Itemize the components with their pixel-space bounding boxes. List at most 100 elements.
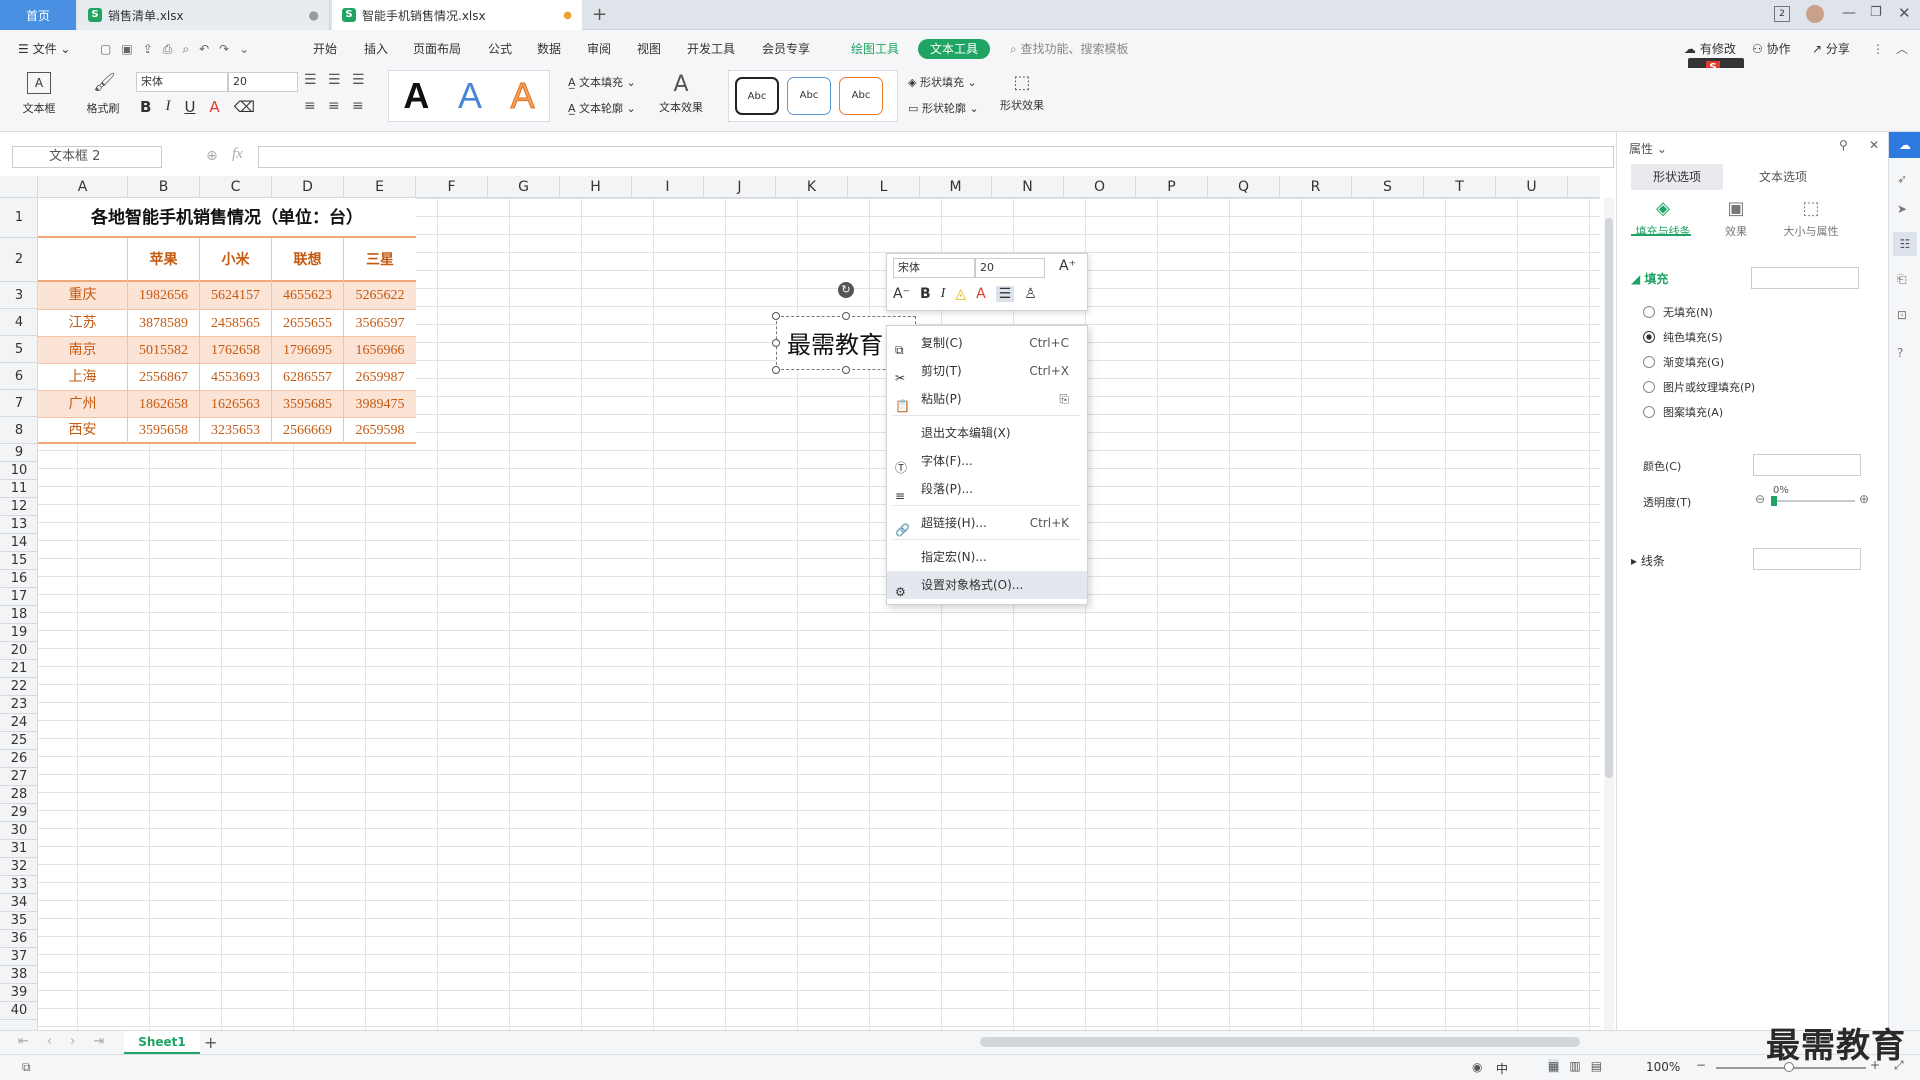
resize-handle[interactable] [842, 366, 850, 374]
col-header[interactable]: L [848, 176, 920, 198]
value-cell[interactable]: 1982656 [128, 282, 200, 309]
wordart-black[interactable]: A [403, 75, 429, 117]
fill-section-toggle[interactable]: ◢ 填充 [1631, 270, 1668, 287]
resize-handle[interactable] [842, 312, 850, 320]
customize-icon[interactable]: ⌄ [239, 42, 249, 56]
value-cell[interactable]: 1862658 [128, 391, 200, 418]
menu-item-paste[interactable]: 📋 粘贴(P) ⎘ [887, 385, 1087, 413]
tab-close-icon[interactable]: ● [309, 8, 319, 22]
value-cell[interactable]: 1762658 [200, 337, 272, 364]
tab-shape-options[interactable]: 形状选项 [1631, 164, 1723, 190]
value-cell[interactable]: 3235653 [200, 418, 272, 443]
italic-icon[interactable]: I [165, 98, 170, 116]
menu-data[interactable]: 数据 [537, 30, 561, 68]
help-icon[interactable]: ? [1897, 346, 1903, 360]
window-count-icon[interactable]: 2 [1774, 6, 1790, 22]
input-lang[interactable]: 中 [1496, 1060, 1508, 1077]
export-icon[interactable]: ⇪ [143, 42, 153, 56]
page-layout-view-icon[interactable]: ▥ [1569, 1059, 1580, 1073]
value-cell[interactable]: 3878589 [128, 310, 200, 337]
shape-fill-button[interactable]: ◈ 形状填充 ⌄ [908, 74, 977, 90]
fill-option-pattern[interactable]: 图案填充(A) [1643, 404, 1723, 420]
tab-home[interactable]: 首页 [0, 0, 76, 30]
more-icon[interactable]: ⋮ [1872, 30, 1884, 68]
text-effect-button[interactable]: A 文本效果 [654, 72, 708, 115]
row-header[interactable]: 24 [0, 714, 38, 732]
mini-font-select[interactable]: 宋体 [893, 258, 975, 278]
shape-effect-button[interactable]: ⬚ 形状效果 [992, 72, 1052, 113]
row-header[interactable]: 40 [0, 1002, 38, 1020]
formula-input[interactable] [258, 146, 1614, 168]
align-bottom-icon[interactable]: ☰ [352, 72, 376, 88]
header-cell[interactable]: 联想 [272, 238, 344, 282]
value-cell[interactable]: 5015582 [128, 337, 200, 364]
name-box[interactable]: 文本框 2 [12, 146, 162, 168]
fill-preset-select[interactable] [1751, 267, 1859, 289]
mini-font-color-icon[interactable]: A [976, 286, 986, 302]
row-header[interactable]: 37 [0, 948, 38, 966]
menu-home[interactable]: 开始 [313, 30, 337, 68]
menu-item-hyperlink[interactable]: 🔗 超链接(H)... Ctrl+K [887, 509, 1087, 537]
highlight-icon[interactable]: ◬ [955, 286, 966, 302]
menu-item-cut[interactable]: ✂ 剪切(T) Ctrl+X [887, 357, 1087, 385]
share-button[interactable]: ↗ 分享 [1812, 30, 1850, 68]
menu-insert[interactable]: 插入 [364, 30, 388, 68]
properties-icon[interactable]: ☷ [1893, 232, 1917, 256]
row-header[interactable]: 16 [0, 570, 38, 588]
row-header[interactable]: 32 [0, 858, 38, 876]
row-header[interactable]: 19 [0, 624, 38, 642]
resize-handle[interactable] [772, 339, 780, 347]
color-select[interactable] [1753, 454, 1861, 476]
transparency-slider-thumb[interactable] [1771, 496, 1777, 506]
vertical-scroll-thumb[interactable] [1605, 218, 1613, 778]
subtab-fill-line[interactable]: ◈ 填充与线条 [1631, 198, 1695, 239]
print-preview-icon[interactable]: ⌕ [182, 42, 189, 56]
panel-close-icon[interactable]: ✕ [1869, 138, 1879, 152]
shape-style-orange[interactable]: Abc [839, 77, 883, 115]
value-cell[interactable]: 4655623 [272, 282, 344, 309]
row-header[interactable]: 17 [0, 588, 38, 606]
wordart-blue[interactable]: A [458, 75, 482, 117]
col-header[interactable]: T [1424, 176, 1496, 198]
fill-option-gradient[interactable]: 渐变填充(G) [1643, 354, 1724, 370]
subtab-size[interactable]: ⬚ 大小与属性 [1773, 198, 1849, 239]
font-name-select[interactable]: 宋体 [136, 72, 228, 92]
menu-item-assign-macro[interactable]: 指定宏(N)... [887, 543, 1087, 571]
fill-option-none[interactable]: 无填充(N) [1643, 304, 1713, 320]
col-header[interactable]: K [776, 176, 848, 198]
tab-text-options[interactable]: 文本选项 [1737, 164, 1829, 190]
new-tab-plus-icon[interactable]: + [592, 4, 607, 25]
col-header[interactable]: I [632, 176, 704, 198]
cloud-icon[interactable]: ☁ [1889, 132, 1920, 158]
row-header[interactable]: 7 [0, 390, 38, 417]
row-header[interactable]: 13 [0, 516, 38, 534]
menu-item-paragraph[interactable]: ≡ 段落(P)... [887, 475, 1087, 503]
menu-page-layout[interactable]: 页面布局 [413, 30, 461, 68]
menu-file[interactable]: ☰ 文件 ⌄ [18, 30, 70, 68]
font-size-select[interactable]: 20 [228, 72, 298, 92]
menu-item-font[interactable]: Ⓣ 字体(F)... [887, 447, 1087, 475]
row-header[interactable]: 22 [0, 678, 38, 696]
city-cell[interactable]: 西安 [38, 418, 128, 443]
rotate-handle-icon[interactable]: ↻ [838, 282, 854, 298]
transparency-slider[interactable] [1773, 500, 1855, 502]
restore-icon[interactable]: ❐ [1870, 5, 1882, 20]
panel-title[interactable]: 属性 ⌄ [1629, 140, 1667, 157]
menu-member[interactable]: 会员专享 [762, 30, 810, 68]
textbox-button[interactable]: A 文本框 [14, 72, 64, 116]
bold-icon[interactable]: B [140, 98, 151, 116]
shape-outline-button[interactable]: ▭ 形状轮廓 ⌄ [908, 100, 979, 116]
header-cell-empty[interactable] [38, 238, 128, 282]
row-header[interactable]: 25 [0, 732, 38, 750]
row-header[interactable]: 23 [0, 696, 38, 714]
vertical-scrollbar[interactable] [1604, 198, 1614, 1030]
shrink-font-icon[interactable]: A⁻ [893, 286, 910, 302]
row-header[interactable]: 39 [0, 984, 38, 1002]
normal-view-icon[interactable]: ▦ [1548, 1059, 1560, 1073]
value-cell[interactable]: 1656966 [344, 337, 416, 364]
redo-icon[interactable]: ↷ [219, 42, 229, 56]
mini-size-select[interactable]: 20 [975, 258, 1045, 278]
value-cell[interactable]: 3566597 [344, 310, 416, 337]
new-file-icon[interactable]: ▢ [100, 42, 111, 56]
value-cell[interactable]: 5624157 [200, 282, 272, 309]
